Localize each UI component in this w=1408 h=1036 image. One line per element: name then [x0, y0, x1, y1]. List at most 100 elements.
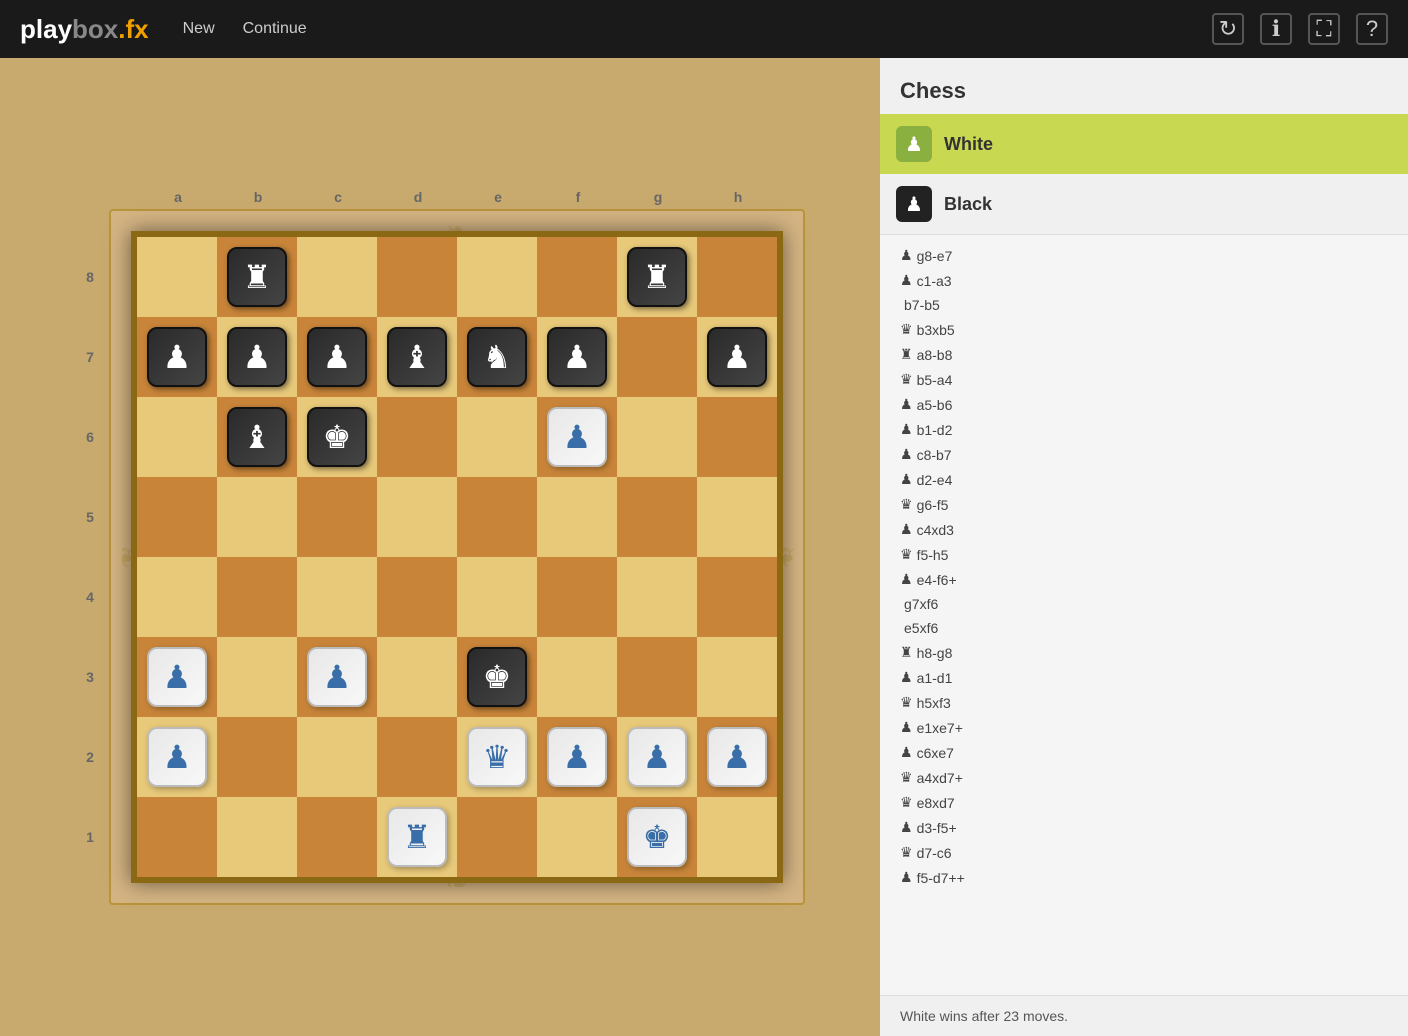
cell-f6[interactable]: ♟: [537, 397, 617, 477]
cell-g6[interactable]: [617, 397, 697, 477]
cell-g4[interactable]: [617, 557, 697, 637]
white-rook-d1[interactable]: ♜: [387, 807, 447, 867]
cell-b1[interactable]: [217, 797, 297, 877]
cell-a5[interactable]: [137, 477, 217, 557]
cell-d7[interactable]: ♝: [377, 317, 457, 397]
cell-c4[interactable]: [297, 557, 377, 637]
cell-a7[interactable]: ♟: [137, 317, 217, 397]
moves-list[interactable]: ♟g8-e7♟c1-a3b7-b5♛b3xb5♜a8-b8♛b5-a4♟a5-b…: [880, 234, 1408, 995]
player-black[interactable]: ♟ Black: [880, 174, 1408, 234]
white-pawn-f2[interactable]: ♟: [547, 727, 607, 787]
cell-g5[interactable]: [617, 477, 697, 557]
cell-h8[interactable]: [697, 237, 777, 317]
black-king-c6[interactable]: ♚: [307, 407, 367, 467]
black-rook-b8[interactable]: ♜: [227, 247, 287, 307]
cell-f8[interactable]: [537, 237, 617, 317]
cell-e2[interactable]: ♛: [457, 717, 537, 797]
cell-h3[interactable]: [697, 637, 777, 717]
cell-f5[interactable]: [537, 477, 617, 557]
cell-g8[interactable]: ♜: [617, 237, 697, 317]
col-label-c: c: [298, 189, 378, 205]
cell-g1[interactable]: ♚: [617, 797, 697, 877]
nav-continue[interactable]: Continue: [239, 14, 311, 44]
cell-h1[interactable]: [697, 797, 777, 877]
black-king-e3[interactable]: ♚: [467, 647, 527, 707]
cell-c3[interactable]: ♟: [297, 637, 377, 717]
cell-a3[interactable]: ♟: [137, 637, 217, 717]
black-bishop-b6[interactable]: ♝: [227, 407, 287, 467]
cell-f3[interactable]: [537, 637, 617, 717]
cell-g7[interactable]: [617, 317, 697, 397]
cell-c5[interactable]: [297, 477, 377, 557]
cell-b8[interactable]: ♜: [217, 237, 297, 317]
cell-e8[interactable]: [457, 237, 537, 317]
move-text-19: e1xe7+: [917, 720, 963, 736]
cell-e5[interactable]: [457, 477, 537, 557]
move-text-0: g8-e7: [917, 248, 953, 264]
player-white[interactable]: ♟ White: [880, 114, 1408, 174]
cell-c2[interactable]: [297, 717, 377, 797]
black-pawn-f7[interactable]: ♟: [547, 327, 607, 387]
white-pawn-h2[interactable]: ♟: [707, 727, 767, 787]
cell-d3[interactable]: [377, 637, 457, 717]
cell-a8[interactable]: [137, 237, 217, 317]
cell-b4[interactable]: [217, 557, 297, 637]
cell-d1[interactable]: ♜: [377, 797, 457, 877]
white-pawn-f6[interactable]: ♟: [547, 407, 607, 467]
white-queen-e2[interactable]: ♛: [467, 727, 527, 787]
cell-b6[interactable]: ♝: [217, 397, 297, 477]
cell-c6[interactable]: ♚: [297, 397, 377, 477]
cell-b7[interactable]: ♟: [217, 317, 297, 397]
white-pawn-c3[interactable]: ♟: [307, 647, 367, 707]
cell-f7[interactable]: ♟: [537, 317, 617, 397]
cell-b2[interactable]: [217, 717, 297, 797]
cell-b3[interactable]: [217, 637, 297, 717]
cell-h6[interactable]: [697, 397, 777, 477]
move-item-18: ♛h5xf3: [900, 690, 1388, 715]
cell-f1[interactable]: [537, 797, 617, 877]
cell-h7[interactable]: ♟: [697, 317, 777, 397]
cell-g2[interactable]: ♟: [617, 717, 697, 797]
cell-e6[interactable]: [457, 397, 537, 477]
cell-b5[interactable]: [217, 477, 297, 557]
white-pawn-a3[interactable]: ♟: [147, 647, 207, 707]
nav-new[interactable]: New: [179, 14, 219, 44]
cell-e3[interactable]: ♚: [457, 637, 537, 717]
cell-e1[interactable]: [457, 797, 537, 877]
black-knight-e7[interactable]: ♞: [467, 327, 527, 387]
info-icon[interactable]: ℹ: [1260, 13, 1292, 45]
cell-d4[interactable]: [377, 557, 457, 637]
cell-f4[interactable]: [537, 557, 617, 637]
cell-f2[interactable]: ♟: [537, 717, 617, 797]
cell-h4[interactable]: [697, 557, 777, 637]
chess-board[interactable]: ♜ ♜ ♟ ♟ ♟ ♝ ♞ ♟ ♟ ♝ ♚ ♟ ♟ ♟ ♚ ♟ ♛ ♟ ♟ ♟ ♜ ♚: [131, 231, 783, 883]
white-king-g1[interactable]: ♚: [627, 807, 687, 867]
cell-d5[interactable]: [377, 477, 457, 557]
cell-g3[interactable]: [617, 637, 697, 717]
fullscreen-icon[interactable]: ⛶: [1308, 13, 1340, 45]
cell-h2[interactable]: ♟: [697, 717, 777, 797]
cell-d2[interactable]: [377, 717, 457, 797]
cell-a1[interactable]: [137, 797, 217, 877]
cell-c7[interactable]: ♟: [297, 317, 377, 397]
cell-d8[interactable]: [377, 237, 457, 317]
white-pawn-a2[interactable]: ♟: [147, 727, 207, 787]
cell-e4[interactable]: [457, 557, 537, 637]
cell-a4[interactable]: [137, 557, 217, 637]
cell-h5[interactable]: [697, 477, 777, 557]
cell-a6[interactable]: [137, 397, 217, 477]
black-pawn-a7[interactable]: ♟: [147, 327, 207, 387]
cell-c1[interactable]: [297, 797, 377, 877]
black-rook-g8[interactable]: ♜: [627, 247, 687, 307]
cell-c8[interactable]: [297, 237, 377, 317]
cell-a2[interactable]: ♟: [137, 717, 217, 797]
refresh-icon[interactable]: ↻: [1212, 13, 1244, 45]
black-pawn-h7[interactable]: ♟: [707, 327, 767, 387]
black-pawn-c7[interactable]: ♟: [307, 327, 367, 387]
black-bishop-d7[interactable]: ♝: [387, 327, 447, 387]
cell-d6[interactable]: [377, 397, 457, 477]
white-pawn-g2[interactable]: ♟: [627, 727, 687, 787]
cell-e7[interactable]: ♞: [457, 317, 537, 397]
black-pawn-b7[interactable]: ♟: [227, 327, 287, 387]
help-icon[interactable]: ?: [1356, 13, 1388, 45]
